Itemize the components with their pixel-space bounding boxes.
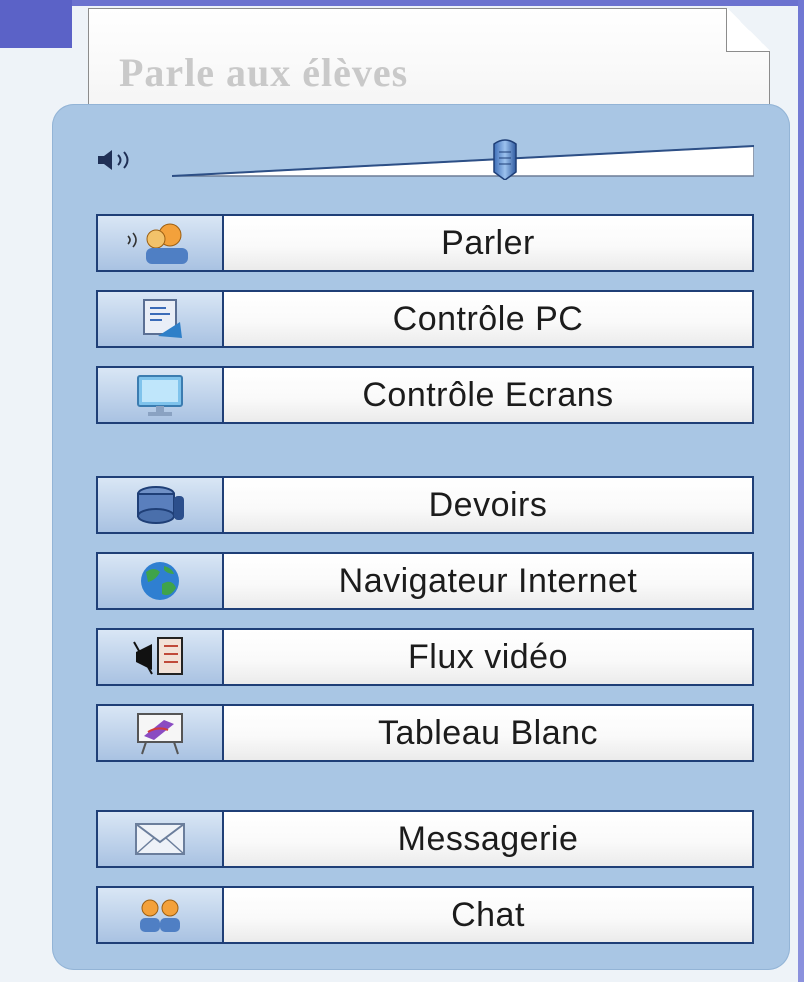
talk-people-icon [124,220,196,266]
envelope-icon [130,816,190,862]
homework-stack-icon [130,482,190,528]
flux-video-icon-cell [98,630,224,684]
messagerie-label: Messagerie [224,812,752,866]
window-corner-accent [0,0,72,48]
messagerie-icon-cell [98,812,224,866]
navigateur-internet-button[interactable]: Navigateur Internet [96,552,754,610]
parler-icon-cell [98,216,224,270]
speaker-icon[interactable] [94,148,158,172]
volume-slider-thumb[interactable] [490,138,520,181]
controle-pc-button[interactable]: Contrôle PC [96,290,754,348]
navigateur-internet-label: Navigateur Internet [224,554,752,608]
video-stream-icon [130,634,190,680]
tableau-blanc-icon-cell [98,706,224,760]
devoirs-icon-cell [98,478,224,532]
tableau-blanc-label: Tableau Blanc [224,706,752,760]
message-note-text: Parle aux élèves [119,50,409,95]
messagerie-button[interactable]: Messagerie [96,810,754,868]
page-fold-icon [726,8,770,52]
controle-ecrans-button[interactable]: Contrôle Ecrans [96,366,754,424]
controle-ecrans-icon-cell [98,368,224,422]
controle-ecrans-label: Contrôle Ecrans [224,368,752,422]
controle-pc-label: Contrôle PC [224,292,752,346]
chat-people-icon [130,892,190,938]
whiteboard-icon [130,710,190,756]
parler-button[interactable]: Parler [96,214,754,272]
controle-pc-icon-cell [98,292,224,346]
devoirs-label: Devoirs [224,478,752,532]
chat-label: Chat [224,888,752,942]
volume-control [92,132,762,188]
devoirs-button[interactable]: Devoirs [96,476,754,534]
window-top-edge [72,0,804,6]
flux-video-label: Flux vidéo [224,630,752,684]
pc-control-icon [130,296,190,342]
globe-icon [130,558,190,604]
chat-button[interactable]: Chat [96,886,754,944]
window-right-edge [798,0,804,982]
flux-video-button[interactable]: Flux vidéo [96,628,754,686]
volume-slider[interactable] [171,142,755,182]
tableau-blanc-button[interactable]: Tableau Blanc [96,704,754,762]
chat-icon-cell [98,888,224,942]
parler-label: Parler [224,216,752,270]
monitor-icon [130,372,190,418]
navigateur-internet-icon-cell [98,554,224,608]
